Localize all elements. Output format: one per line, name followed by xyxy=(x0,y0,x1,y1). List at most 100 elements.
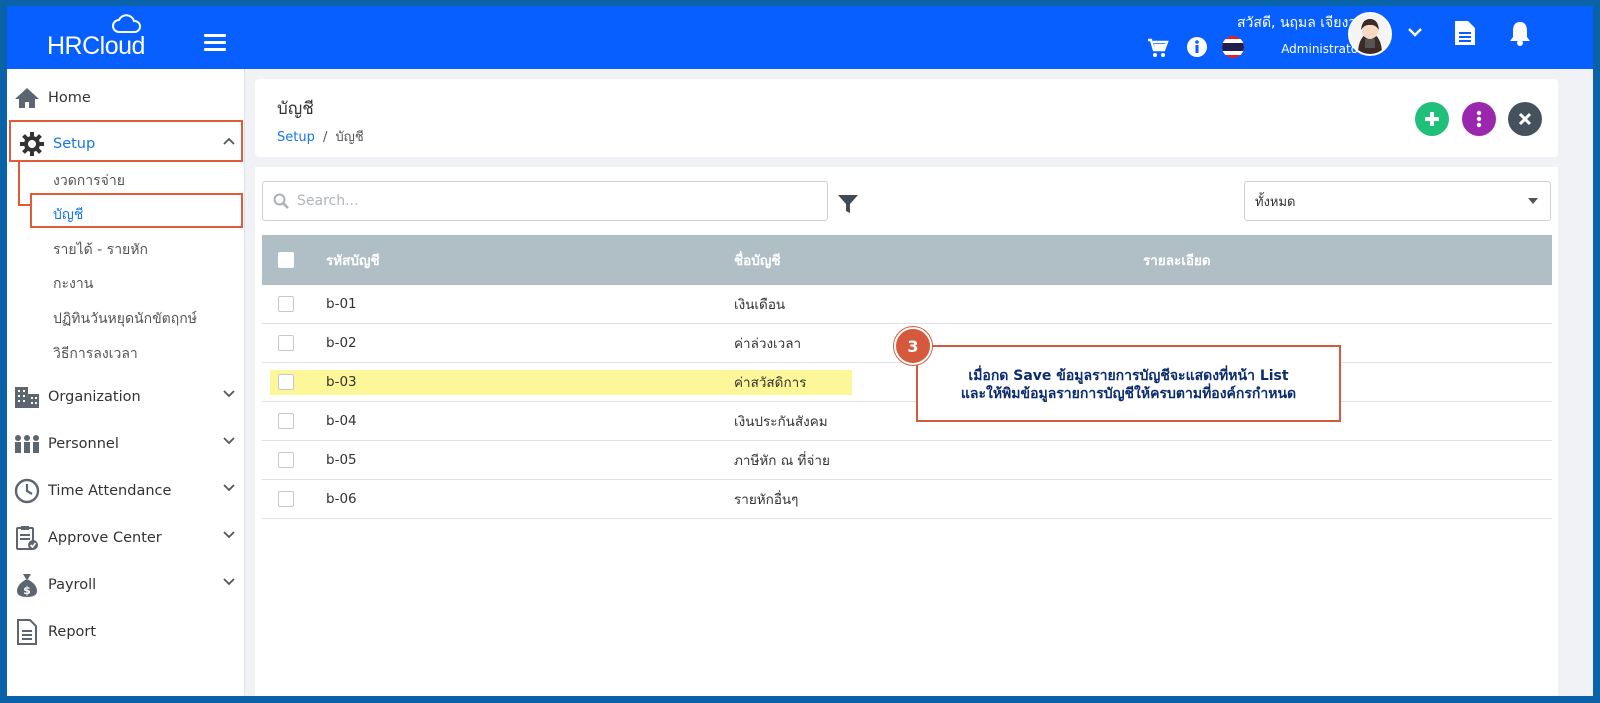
more-options-button[interactable] xyxy=(1462,102,1496,136)
column-header-name[interactable]: ชื่อบัญชี xyxy=(734,249,781,271)
table-row[interactable]: b-06 รายหักอื่นๆ xyxy=(262,480,1552,519)
clock-icon xyxy=(14,478,40,504)
row-checkbox[interactable] xyxy=(278,335,294,351)
sidebar-subitem-time-method[interactable]: วิธีการลงเวลา xyxy=(53,343,138,365)
account-type-select[interactable]: ทั้งหมด xyxy=(1244,181,1551,221)
clipboard-check-icon xyxy=(14,525,40,551)
info-icon[interactable] xyxy=(1186,36,1208,58)
search-input[interactable] xyxy=(297,193,797,209)
callout-line-1: เมื่อกด Save ข้อมูลรายการบัญชีจะแสดงที่ห… xyxy=(968,368,1289,384)
building-icon xyxy=(14,384,40,410)
row-name: รายหักอื่นๆ xyxy=(734,492,799,508)
chevron-down-icon xyxy=(223,390,235,398)
sidebar-subitem-shift[interactable]: กะงาน xyxy=(53,273,93,295)
add-button[interactable] xyxy=(1415,102,1449,136)
row-code: b-04 xyxy=(326,413,357,429)
sidebar-item-label: Personnel xyxy=(48,436,119,452)
row-code: b-06 xyxy=(326,491,357,507)
close-icon xyxy=(1518,112,1532,126)
row-code: b-02 xyxy=(326,335,357,351)
app-window: HRCloud สวัสดี, นฤมล เจียงวง Administrat… xyxy=(7,6,1593,696)
sidebar-item-label: Home xyxy=(48,90,91,106)
people-icon xyxy=(14,431,40,457)
chevron-down-icon xyxy=(223,484,235,492)
logo-text: HRCloud xyxy=(47,32,145,60)
cloud-icon xyxy=(112,14,141,33)
sidebar-subitem-holiday-calendar[interactable]: ปฏิทินวันหยุดนักขัตฤกษ์ xyxy=(53,308,197,330)
row-code: b-03 xyxy=(326,374,357,390)
highlight-connector xyxy=(18,204,30,206)
highlight-connector xyxy=(18,162,20,206)
sidebar-item-payroll[interactable]: $ Payroll xyxy=(7,565,245,605)
search-box xyxy=(262,181,828,221)
callout-box: เมื่อกด Save ข้อมูลรายการบัญชีจะแสดงที่ห… xyxy=(916,345,1341,422)
user-greeting: สวัสดี, นฤมล เจียงวง xyxy=(1237,15,1363,31)
search-icon xyxy=(273,193,289,209)
breadcrumb-setup-link[interactable]: Setup xyxy=(277,130,315,145)
row-checkbox[interactable] xyxy=(278,374,294,390)
bell-icon[interactable] xyxy=(1508,20,1532,46)
home-icon xyxy=(14,85,40,111)
callout-line-2: และให้พิมข้อมูลรายการบัญชีให้ครบตามที่อง… xyxy=(960,386,1297,402)
row-code: b-01 xyxy=(326,296,357,312)
breadcrumb-current: บัญชี xyxy=(335,130,364,145)
sidebar-item-label: Approve Center xyxy=(48,530,162,546)
chevron-down-icon xyxy=(223,578,235,586)
sidebar-item-home[interactable]: Home xyxy=(7,78,245,118)
sidebar-item-organization[interactable]: Organization xyxy=(7,377,245,417)
row-name: ค่าสวัสดิการ xyxy=(734,375,807,391)
sidebar-item-personnel[interactable]: Personnel xyxy=(7,424,245,464)
row-checkbox[interactable] xyxy=(278,413,294,429)
table-row[interactable]: b-04 เงินประกันสังคม xyxy=(262,402,1552,441)
thai-flag-icon[interactable] xyxy=(1221,35,1245,59)
sidebar-item-approve-center[interactable]: Approve Center xyxy=(7,518,245,558)
setup-highlight xyxy=(9,120,243,162)
select-all-checkbox[interactable] xyxy=(278,252,294,268)
table-row[interactable]: b-03 ค่าสวัสดิการ xyxy=(262,363,1552,402)
sidebar-item-label: Time Attendance xyxy=(48,483,172,499)
sidebar-subitem-income-deduction[interactable]: รายได้ - รายหัก xyxy=(53,239,148,261)
row-code: b-05 xyxy=(326,452,357,468)
caret-down-icon xyxy=(1528,198,1538,204)
row-name: ภาษีหัก ณ ที่จ่าย xyxy=(734,453,830,469)
sidebar-item-label: Organization xyxy=(48,389,141,405)
cart-icon[interactable] xyxy=(1147,38,1169,58)
breadcrumb: Setup / บัญชี xyxy=(277,126,364,147)
row-name: เงินเดือน xyxy=(734,297,786,313)
chevron-down-icon[interactable] xyxy=(1408,28,1422,38)
breadcrumb-separator: / xyxy=(322,130,328,145)
close-button[interactable] xyxy=(1508,102,1542,136)
column-header-detail[interactable]: รายละเอียด xyxy=(1143,249,1211,271)
chevron-down-icon xyxy=(223,437,235,445)
money-bag-icon: $ xyxy=(14,572,40,598)
sidebar-subitem-payment-period[interactable]: งวดการจ่าย xyxy=(53,170,125,192)
vertical-dots-icon xyxy=(1476,110,1482,128)
filter-icon[interactable] xyxy=(837,193,859,215)
row-checkbox[interactable] xyxy=(278,491,294,507)
chevron-down-icon xyxy=(223,531,235,539)
avatar[interactable] xyxy=(1348,12,1392,56)
callout-step-badge: 3 xyxy=(894,327,932,365)
row-name: เงินประกันสังคม xyxy=(734,414,828,430)
sidebar: Home Setup งวดการจ่าย บัญชี รายได้ - ราย… xyxy=(7,69,245,696)
menu-toggle-icon[interactable] xyxy=(204,34,226,52)
select-value: ทั้งหมด xyxy=(1255,194,1296,210)
document-icon xyxy=(14,619,40,645)
sidebar-item-label: Report xyxy=(48,624,97,640)
document-icon[interactable] xyxy=(1454,20,1476,46)
page-title: บัญชี xyxy=(277,99,314,119)
column-header-code[interactable]: รหัสบัญชี xyxy=(326,249,380,271)
table-header: รหัสบัญชี ชื่อบัญชี รายละเอียด xyxy=(262,235,1552,285)
page-header: บัญชี Setup / บัญชี xyxy=(255,79,1558,157)
row-checkbox[interactable] xyxy=(278,296,294,312)
row-checkbox[interactable] xyxy=(278,452,294,468)
plus-icon xyxy=(1425,112,1439,126)
svg-text:$: $ xyxy=(23,584,31,597)
sidebar-item-label: Payroll xyxy=(48,577,97,593)
table-row[interactable]: b-01 เงินเดือน xyxy=(262,285,1552,324)
sidebar-item-report[interactable]: Report xyxy=(7,612,245,652)
sidebar-item-time-attendance[interactable]: Time Attendance xyxy=(7,471,245,511)
table-row[interactable]: b-05 ภาษีหัก ณ ที่จ่าย xyxy=(262,441,1552,480)
account-list-panel: ทั้งหมด รหัสบัญชี ชื่อบัญชี รายละเอียด b… xyxy=(255,167,1558,696)
logo[interactable]: HRCloud xyxy=(47,14,167,62)
